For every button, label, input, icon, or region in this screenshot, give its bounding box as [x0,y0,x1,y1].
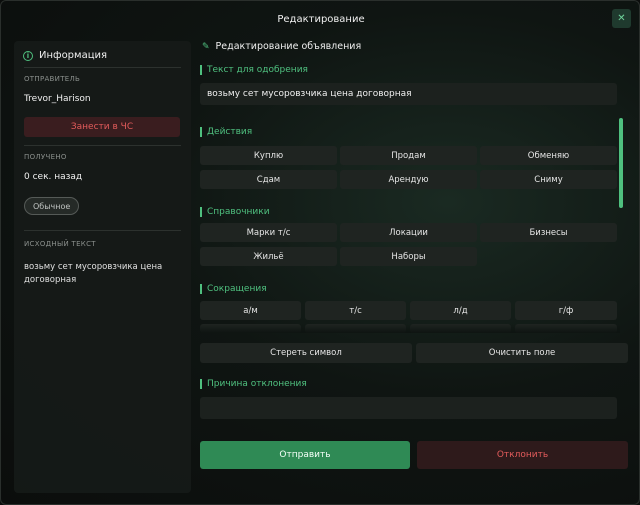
abbr-gf-button[interactable]: г/ф [515,301,617,320]
refs-section-label: Справочники [200,207,270,217]
abbr-house-button[interactable]: л/д [410,301,511,320]
actions-section-label: Действия [200,127,252,137]
divider [24,67,181,68]
info-icon: i [23,50,33,61]
abbr-section-label: Сокращения [200,284,267,294]
action-buy-button[interactable]: Куплю [200,146,337,165]
approval-text-field[interactable]: возьму сет мусоровзчика цена договорная [200,83,617,105]
pencil-icon: ✎ [202,41,210,52]
received-value: 0 сек. назад [24,172,83,182]
abbr-car-button[interactable]: а/м [200,301,301,320]
erase-char-button[interactable]: Стереть символ [200,343,412,363]
abbr-vehicle-button[interactable]: т/с [305,301,406,320]
edit-title: Редактирование объявления [215,41,362,52]
ref-locations-button[interactable]: Локации [340,223,477,242]
scrollbar-thumb[interactable] [619,118,623,208]
reason-section-label: Причина отклонения [200,379,307,389]
received-label: ПОЛУЧЕНО [24,153,67,161]
ref-business-button[interactable]: Бизнесы [480,223,617,242]
action-rent-button[interactable]: Арендую [340,170,477,189]
priority-badge: Обычное [24,197,80,215]
action-sell-button[interactable]: Продам [340,146,477,165]
action-hire-button[interactable]: Сниму [480,170,617,189]
reject-button[interactable]: Отклонить [417,441,628,469]
divider [24,230,181,231]
blacklist-button[interactable]: Занести в ЧС [24,117,180,137]
info-panel: i Информация ОТПРАВИТЕЛЬ Trevor_Harison … [14,41,191,493]
ref-vehicles-button[interactable]: Марки т/с [200,223,337,242]
divider [24,145,181,146]
window-title: Редактирование [277,13,365,25]
original-label: ИСХОДНЫЙ ТЕКСТ [24,240,96,248]
close-button[interactable]: ✕ [612,9,631,28]
sender-label: ОТПРАВИТЕЛЬ [24,75,81,83]
approval-section-label: Текст для одобрения [200,65,308,75]
edit-header: ✎ Редактирование объявления [202,41,361,52]
title-bar: Редактирование ✕ [1,1,639,37]
reject-reason-input[interactable] [200,397,617,419]
close-icon: ✕ [617,12,626,24]
info-title: Информация [39,50,108,61]
action-rent-out-button[interactable]: Сдам [200,170,337,189]
clear-field-button[interactable]: Очистить поле [416,343,628,363]
action-exchange-button[interactable]: Обменяю [480,146,617,165]
send-button[interactable]: Отправить [200,441,410,469]
editor-window: Редактирование ✕ i Информация ОТПРАВИТЕЛ… [0,0,640,505]
ref-housing-button[interactable]: Жильё [200,247,337,266]
original-text: возьму сет мусоровзчика цена договорная [24,262,163,285]
sender-value: Trevor_Harison [24,94,91,104]
ref-sets-button[interactable]: Наборы [340,247,477,266]
info-header: i Информация [23,50,107,61]
scroll-fade [200,324,620,333]
